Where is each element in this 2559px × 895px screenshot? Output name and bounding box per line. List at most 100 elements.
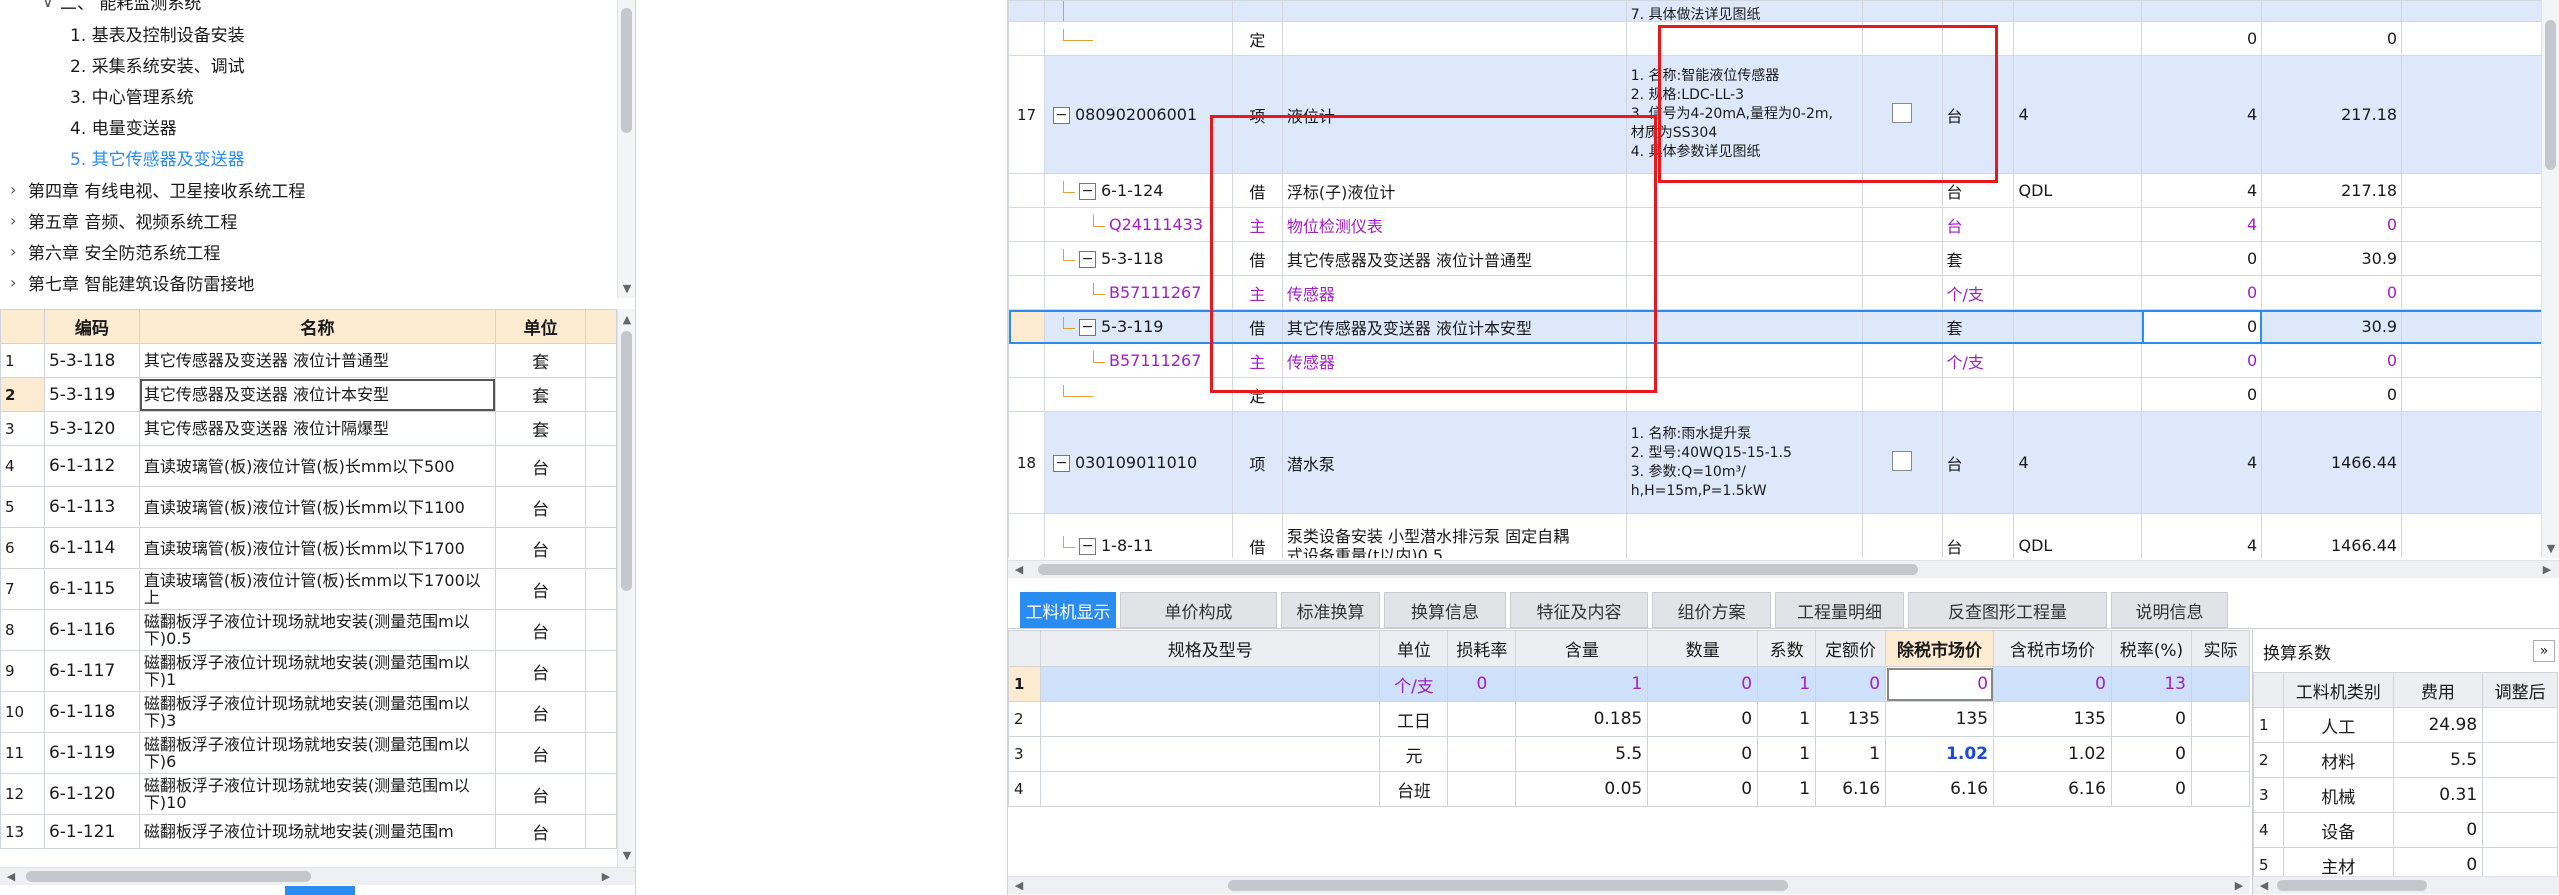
resource-cell[interactable] [2190,701,2250,737]
tree-node[interactable]: 4. 电量变送器 [70,111,177,142]
resource-cell[interactable]: 个/支 [1379,666,1449,702]
collapse-icon[interactable]: − [1078,319,1096,336]
tree-node[interactable]: › 第四章 有线电视、卫星接收系统工程 [10,174,305,205]
table-row[interactable]: 1 人工 24.98 [2253,707,2558,743]
col-header[interactable] [2253,672,2284,708]
table-row[interactable]: 13 6-1-121 磁翻板浮子液位计现场就地安装(测量范围m 台 [0,814,617,849]
item-qty[interactable]: 4 [2141,207,2263,242]
item-code[interactable]: B57111267 [1043,275,1233,310]
resource-cell[interactable] [2190,771,2250,807]
col-header[interactable]: 定额价 [1815,630,1887,667]
resource-cell[interactable]: 0 [1647,666,1759,702]
item-qty-expr[interactable]: 4 [2013,411,2143,514]
resource-cell[interactable]: 1.02 [1885,736,1995,772]
col-header[interactable]: 调整后 [2482,672,2558,708]
resource-cell[interactable]: 1 [1515,666,1649,702]
resource-grid[interactable]: 规格及型号 单位 损耗率 含量 数量 系数 定额价 除税市场价 含税市场价 税率(%) 实际 1 个/… [1008,630,2250,876]
table-row[interactable]: −1-8-11 借泵类设备安装 小型潜水排污泵 固定自耦 式设备重量(t以内)0.… [1008,513,2548,558]
table-row[interactable]: 4 设备 0 [2253,812,2558,848]
col-header[interactable]: 税率(%) [2110,630,2192,667]
tree-node[interactable]: › 第七章 智能建筑设备防雷接地 [10,267,254,298]
item-qty[interactable]: 4 [2141,55,2263,174]
resource-cell[interactable]: 135 [1815,701,1887,737]
tree-node[interactable]: 3. 中心管理系统 [70,80,194,111]
resource-cell[interactable]: 0 [2110,771,2192,807]
item-code[interactable]: −5-3-119 [1043,309,1233,344]
tab-3[interactable]: 换算信息 [1384,592,1506,628]
chevron-icon[interactable]: › [10,242,16,261]
item-code[interactable] [1043,21,1233,56]
tab-1[interactable]: 单价构成 [1120,592,1277,628]
resource-cell[interactable]: 0 [2110,701,2192,737]
item-qty-expr[interactable] [2013,241,2143,276]
resource-cell[interactable]: 13 [2110,666,2192,702]
item-qty[interactable]: 0 [2141,309,2263,344]
table-row[interactable]: 1 5-3-118 其它传感器及变送器 液位计普通型套 [0,343,617,378]
col-header[interactable]: 除税市场价 [1885,630,1995,667]
item-code[interactable] [1043,377,1233,412]
resource-cell[interactable]: 0.05 [1515,771,1649,807]
resource-cell[interactable]: 工日 [1379,701,1449,737]
collapse-icon[interactable]: − [1078,251,1096,268]
item-code[interactable]: Q24111433 [1043,207,1233,242]
resource-cell[interactable]: 元 [1379,736,1449,772]
item-qty-expr[interactable]: 4 [2013,55,2143,174]
item-qty[interactable]: 0 [2141,275,2263,310]
table-row[interactable]: 2 材料 5.5 [2253,742,2558,778]
col-header[interactable]: 名称 [138,309,497,344]
quota-list[interactable]: 编码 名称 单位 1 5-3-118 其它传感器及变送器 液位计普通型套 2 5-3-119… [0,309,617,867]
coef-grid[interactable]: 工料机类别 费用 调整后 1 人工 24.98 2 材料 5.5 3 机械 0.31 4 设备 0 5 主材 0 [2253,672,2558,877]
resource-cell[interactable]: 135 [1993,701,2112,737]
item-checkbox-cell[interactable] [1861,275,1943,310]
resource-cell[interactable]: 1 [1757,701,1817,737]
table-row[interactable]: 2 工日 0.185 0 1 135 135 135 0 [1008,701,2250,737]
collapse-icon[interactable]: − [1052,107,1070,124]
table-row[interactable]: 7. 具体做法详见图纸 [1008,0,2548,22]
resource-cell[interactable]: 0 [2110,736,2192,772]
resource-cell[interactable]: 台班 [1379,771,1449,807]
tab-4[interactable]: 特征及内容 [1510,592,1648,628]
bill-grid-hscroll[interactable]: ◀ ▶ [1008,560,2559,578]
table-row[interactable]: 3 元 5.5 0 1 1 1.02 1.02 0 [1008,736,2250,772]
tree-node[interactable]: 2. 采集系统安装、调试 [70,49,245,80]
table-row[interactable]: 11 6-1-119 磁翻板浮子液位计现场就地安装(测量范围m以下)6 台 [0,732,617,774]
table-row[interactable]: 5 6-1-113 直读玻璃管(板)液位计管(板)长mm以下1100 台 [0,486,617,528]
item-qty[interactable]: 0 [2141,377,2263,412]
resource-cell[interactable]: 1 [1757,666,1817,702]
resource-cell[interactable]: 0 [1447,666,1517,702]
resource-cell[interactable] [1447,736,1517,772]
col-header[interactable] [0,309,45,344]
tree-scrollbar[interactable]: ▼ [617,0,635,298]
resource-cell[interactable] [1039,771,1381,807]
table-row[interactable]: 3 5-3-120 其它传感器及变送器 液位计隔爆型套 [0,411,617,446]
tab-2[interactable]: 标准换算 [1281,592,1380,628]
col-header[interactable] [1008,630,1041,667]
resource-cell[interactable]: 0.185 [1515,701,1649,737]
resource-cell[interactable]: 0 [1885,666,1995,702]
resource-cell[interactable] [1039,701,1381,737]
item-code[interactable]: B57111267 [1043,343,1233,378]
bill-grid-vscroll[interactable]: ▼ [2541,0,2559,558]
item-checkbox-cell[interactable] [1861,411,1943,514]
resource-cell[interactable] [1447,701,1517,737]
col-header[interactable]: 含税市场价 [1993,630,2112,667]
table-row[interactable]: 10 6-1-118 磁翻板浮子液位计现场就地安装(测量范围m以下)3 台 [0,691,617,733]
tab-7[interactable]: 反查图形工程量 [1908,592,2107,628]
col-header[interactable]: 工料机类别 [2282,672,2394,708]
item-qty[interactable]: 4 [2141,513,2263,558]
table-row[interactable]: 1 个/支 0 1 0 1 0 0 0 13 [1008,666,2250,702]
resource-cell[interactable] [1039,736,1381,772]
col-header[interactable]: 损耗率 [1447,630,1517,667]
item-feature[interactable]: 1. 名称:雨水提升泵 2. 型号:40WQ15-15-1.5 3. 参数:Q=… [1625,411,1863,514]
resource-cell[interactable]: 0 [1647,736,1759,772]
collapse-icon[interactable]: − [1078,183,1096,200]
table-row[interactable]: 5 主材 0 [2253,847,2558,877]
col-header[interactable]: 单位 [495,309,587,344]
item-checkbox-cell[interactable] [1861,513,1943,558]
item-feature[interactable] [1625,513,1863,558]
item-checkbox-cell[interactable] [1861,241,1943,276]
resource-cell[interactable] [2190,666,2250,702]
splitter-grip[interactable] [285,886,355,895]
chapter-tree[interactable]: ∨ 二、 能耗监测系统 1. 基表及控制设备安装 2. 采集系统安装、调试 3. 中心管… [0,0,635,298]
resource-cell[interactable]: 1 [1757,771,1817,807]
